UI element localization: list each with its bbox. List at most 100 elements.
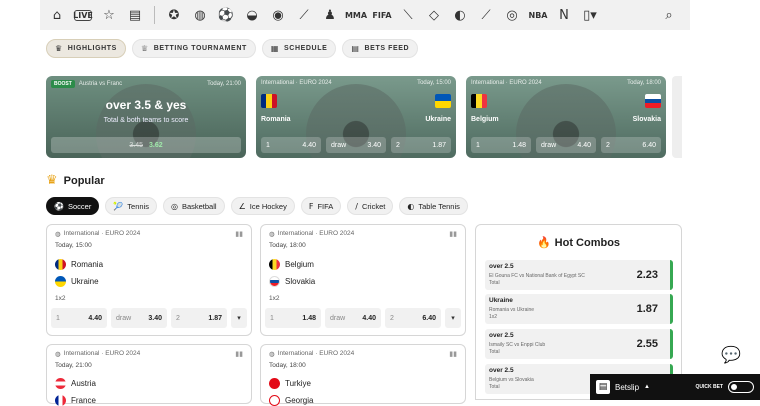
odds-key: 1 — [270, 314, 274, 322]
next-card-peek[interactable] — [672, 76, 682, 158]
misc-icon[interactable]: ⟋ — [475, 4, 497, 26]
combo-item[interactable]: Ukraine Romania vs Ukraine 1x2 1.87 — [485, 294, 673, 324]
home-team: Turkiye — [269, 378, 311, 389]
usa-icon[interactable]: ◍ — [189, 4, 211, 26]
ticket-icon[interactable]: ◇ — [423, 4, 445, 26]
odds-key: 2 — [396, 141, 400, 149]
odds-button-1[interactable]: 1 1.48 — [471, 137, 531, 153]
betslip-bar[interactable]: ▤ Betslip ▲ QUICK BET — [590, 374, 760, 400]
tab-label: SCHEDULE — [284, 45, 328, 52]
stats-icon[interactable]: ▮▮ — [449, 350, 457, 358]
competition-label: ◍ International · EURO 2024 — [269, 350, 354, 358]
nba-icon[interactable]: NBA — [527, 4, 549, 26]
odds-button-2[interactable]: 2 1.87 — [171, 308, 227, 328]
stats-icon[interactable]: ▮▮ — [235, 350, 243, 358]
card-meta: Austria vs Franc — [78, 81, 123, 87]
stats-icon[interactable]: ▮▮ — [235, 230, 243, 238]
match-card[interactable]: ◍ International · EURO 2024 ▮▮ Today, 18:… — [260, 224, 466, 336]
tennis-icon: 🎾 — [113, 201, 124, 211]
euro-icon[interactable]: ✪ — [163, 4, 185, 26]
boost-title: over 3.5 & yes — [105, 98, 187, 112]
home-icon[interactable]: ⌂ — [46, 4, 68, 26]
quick-bet-toggle[interactable] — [728, 381, 754, 393]
highlight-cards: BOOST Austria vs Franc Today, 21:00 over 3… — [46, 76, 666, 158]
match-card[interactable]: ◍ International · EURO 2024 ▮▮ Today, 15:… — [46, 224, 252, 336]
odds-button-draw[interactable]: draw 3.40 — [326, 137, 386, 153]
combo-item[interactable]: over 2.5 Ismaily SC vs Enppi Club Total … — [485, 329, 673, 359]
odds-key: 1 — [476, 141, 480, 149]
boost-subtitle: Total & both teams to score — [103, 117, 189, 124]
table-tennis-icon[interactable]: ◐ — [449, 4, 471, 26]
odds-button-1[interactable]: 1 4.40 — [261, 137, 321, 153]
mma-icon[interactable]: MMA — [345, 4, 367, 26]
quick-bet-label: QUICK BET — [695, 384, 724, 390]
highlight-card-match[interactable]: International · EURO 2024 Today, 15:00 Ro… — [256, 76, 456, 158]
odds-button-1[interactable]: 1 1.48 — [265, 308, 321, 328]
cricket-icon[interactable]: ⟍ — [397, 4, 419, 26]
match-time: Today, 21:00 — [55, 362, 92, 369]
tennis-icon[interactable]: ◒ — [241, 4, 263, 26]
odds-key: 2 — [176, 314, 180, 322]
search-icon[interactable]: ⌕ — [658, 4, 680, 26]
odds-value: 1.48 — [512, 141, 526, 149]
match-card[interactable]: ◍ International · EURO 2024 ▮▮ Today, 21:… — [46, 344, 252, 406]
odds-row: 1 4.40 draw 3.40 2 1.87 ▾ — [51, 308, 247, 328]
odds-button-draw[interactable]: draw 3.40 — [111, 308, 167, 328]
ukraine-flag-icon — [55, 276, 66, 287]
hockey-icon[interactable]: ⟋ — [293, 4, 315, 26]
tab-highlights[interactable]: ♛ HIGHLIGHTS — [46, 39, 126, 58]
combo-odds: 2.55 — [636, 338, 658, 350]
favorites-icon[interactable]: ☆ — [98, 4, 120, 26]
chevron-down-icon[interactable]: ▾ — [231, 308, 247, 328]
chip-soccer[interactable]: ⚽ Soccer — [46, 197, 100, 215]
new-odds: 3.62 — [149, 141, 163, 149]
combo-market: 1x2 — [489, 314, 498, 320]
basketball-icon[interactable]: ◉ — [267, 4, 289, 26]
chip-cricket[interactable]: / Cricket — [347, 197, 394, 215]
more-icon[interactable]: ▯▾ — [579, 4, 601, 26]
stats-icon[interactable]: ▮▮ — [449, 230, 457, 238]
odds-key: 1 — [56, 314, 60, 322]
chat-support-icon[interactable]: 💬 — [721, 345, 743, 364]
betslip-history-icon[interactable]: ▤ — [124, 4, 146, 26]
boost-odds-button[interactable]: 3.45 3.62 — [51, 137, 241, 153]
odds-button-2[interactable]: 2 1.87 — [391, 137, 451, 153]
nhl-icon[interactable]: N — [553, 4, 575, 26]
odds-key: draw — [331, 141, 347, 149]
combo-item[interactable]: over 2.5 El Gouna FC vs National Bank of… — [485, 260, 673, 290]
odds-key: draw — [116, 314, 132, 322]
odds-button-draw[interactable]: draw 4.40 — [536, 137, 596, 153]
old-odds: 3.45 — [129, 141, 143, 149]
fifa-icon[interactable]: FIFA — [371, 4, 393, 26]
combo-odds: 2.23 — [636, 269, 658, 281]
crown-icon: ♛ — [46, 173, 58, 188]
volleyball-icon[interactable]: ◎ — [501, 4, 523, 26]
odds-button-1[interactable]: 1 4.40 — [51, 308, 107, 328]
chip-fifa[interactable]: F FIFA — [300, 197, 342, 215]
athletics-icon[interactable]: ♟ — [319, 4, 341, 26]
chip-ice-hockey[interactable]: ∠ Ice Hockey — [230, 197, 295, 215]
odds-button-2[interactable]: 2 6.40 — [601, 137, 661, 153]
soccer-icon[interactable]: ⚽ — [215, 4, 237, 26]
highlight-card-match[interactable]: International · EURO 2024 Today, 18:00 Be… — [466, 76, 666, 158]
home-team: Austria — [55, 378, 96, 389]
hot-combos-title: 🔥 Hot Combos — [476, 236, 681, 249]
match-card[interactable]: ◍ International · EURO 2024 ▮▮ Today, 18:… — [260, 344, 466, 406]
chip-basketball[interactable]: ◎ Basketball — [162, 197, 225, 215]
odds-button-draw[interactable]: draw 4.40 — [325, 308, 381, 328]
odds-button-2[interactable]: 2 6.40 — [385, 308, 441, 328]
chip-table-tennis[interactable]: ◐ Table Tennis — [399, 197, 468, 215]
match-time: Today, 18:00 — [269, 362, 306, 369]
tab-bets-feed[interactable]: ▤ BETS FEED — [342, 39, 419, 58]
chip-tennis[interactable]: 🎾 Tennis — [105, 197, 157, 215]
live-icon[interactable]: LIVE — [73, 9, 93, 21]
sport-filter-chips: ⚽ Soccer 🎾 Tennis ◎ Basketball ∠ Ice Hockey … — [46, 197, 468, 215]
tab-schedule[interactable]: ▦ SCHEDULE — [261, 39, 337, 58]
chip-label: Cricket — [362, 201, 386, 211]
team-name: Georgia — [285, 396, 314, 405]
chevron-down-icon[interactable]: ▾ — [445, 308, 461, 328]
highlight-card-boost[interactable]: BOOST Austria vs Franc Today, 21:00 over 3… — [46, 76, 246, 158]
fire-icon: 🔥 — [536, 236, 551, 249]
tab-betting-tournament[interactable]: ♕ BETTING TOURNAMENT — [131, 39, 256, 58]
card-meta: International · EURO 2024 — [261, 80, 332, 86]
